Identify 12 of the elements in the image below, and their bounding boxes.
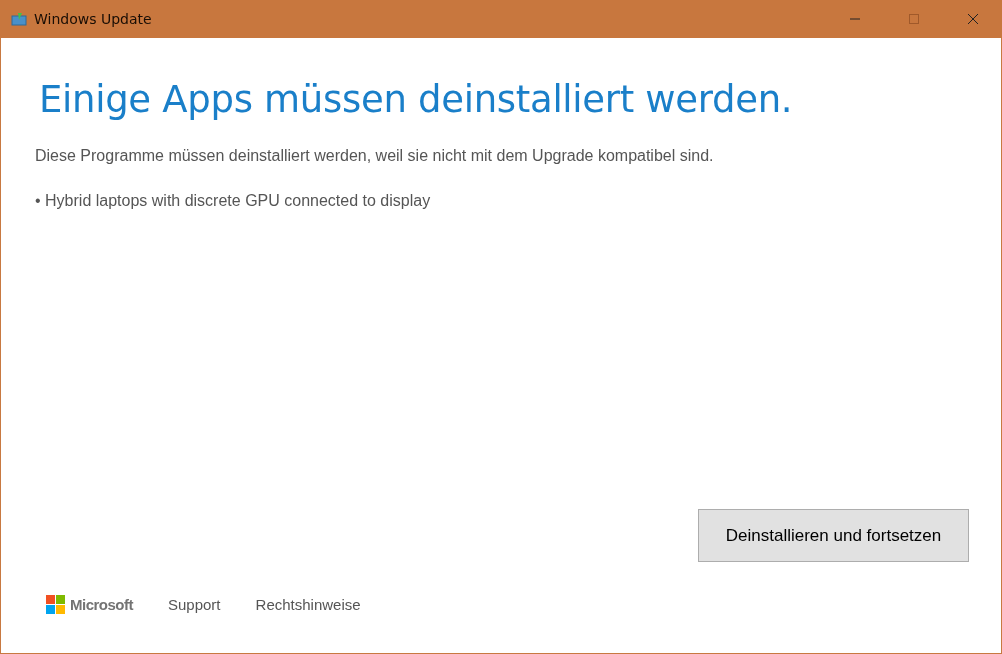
app-list-item: • Hybrid laptops with discrete GPU connected to display: [35, 192, 432, 210]
close-icon: [966, 13, 979, 25]
monitor-icon: [11, 12, 27, 26]
brand-name: Microsoft: [70, 595, 133, 613]
page-heading: Einige Apps müssen deinstalliert werden.: [39, 78, 794, 121]
four-squares-logo-icon: [46, 594, 65, 614]
description-text: Diese Programme müssen deinstalliert werden, weil sie nicht mit dem Upgrade kompatibel sind.: [35, 147, 715, 165]
footer-link[interactable]: Rechtshinweise: [255, 595, 361, 613]
window-title: Windows Update: [34, 11, 152, 27]
footer-link[interactable]: Support: [168, 595, 221, 613]
maximize-icon: [907, 13, 920, 25]
uninstall-continue-button[interactable]: Deinstallieren und fortsetzen: [698, 509, 969, 562]
